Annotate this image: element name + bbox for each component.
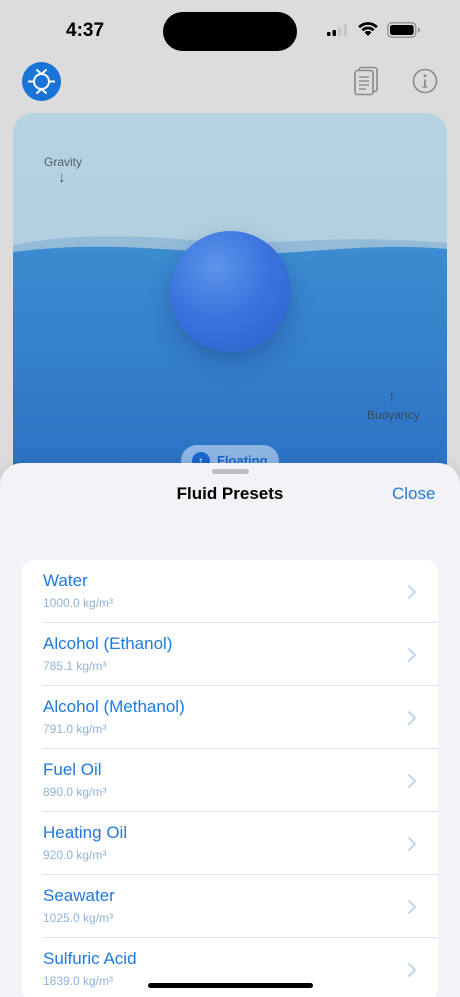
gravity-arrow-icon: ↓ [58,169,66,186]
preset-row[interactable]: Fuel Oil 890.0 kg/m³ [22,749,438,812]
chevron-right-icon [408,711,416,725]
sheet-title: Fluid Presets [176,484,284,503]
preset-list: Water 1000.0 kg/m³ Alcohol (Ethanol) 785.1 … [22,560,438,997]
battery-icon [387,22,420,38]
chevron-right-icon [408,585,416,599]
preset-name: Sulfuric Acid [43,949,137,968]
preset-name: Alcohol (Methanol) [43,697,185,716]
preset-row[interactable]: Water 1000.0 kg/m³ [22,560,438,623]
chevron-right-icon [408,648,416,662]
status-time: 4:37 [66,20,105,41]
wifi-icon [358,22,378,36]
preset-name: Water [43,571,88,590]
preset-row[interactable]: Sulfuric Acid 1839.0 kg/m³ [22,938,438,997]
info-icon[interactable] [412,68,438,94]
preset-row[interactable]: Alcohol (Methanol) 791.0 kg/m³ [22,686,438,749]
buoy-logo-icon[interactable] [22,62,61,101]
floating-object[interactable] [170,231,291,352]
preset-density: 1000.0 kg/m³ [43,596,114,610]
app-screen: 4:37 Gravity ↓ ↑ Buoyancy ↑ Floating Flu… [0,0,460,997]
home-indicator[interactable] [148,983,313,988]
buoyancy-label: Buoyancy [367,408,420,422]
close-button[interactable]: Close [392,484,435,504]
preset-name: Fuel Oil [43,760,102,779]
preset-name: Heating Oil [43,823,128,842]
cellular-signal-icon [327,24,347,36]
preset-density: 785.1 kg/m³ [43,659,107,673]
chevron-right-icon [408,837,416,851]
preset-density: 1839.0 kg/m³ [43,974,114,988]
preset-density: 1025.0 kg/m³ [43,911,114,925]
status-bar: 4:37 [0,0,460,60]
chevron-right-icon [408,963,416,977]
preset-row[interactable]: Seawater 1025.0 kg/m³ [22,875,438,938]
gravity-label: Gravity [44,155,83,169]
chevron-right-icon [408,774,416,788]
buoyancy-arrow-icon: ↑ [388,388,396,405]
preset-density: 920.0 kg/m³ [43,848,107,862]
dynamic-island [163,12,297,51]
notes-icon[interactable] [352,66,380,96]
fluid-presets-sheet: Fluid Presets Close Water 1000.0 kg/m³ Alc… [0,463,460,997]
sheet-grabber[interactable] [212,469,249,474]
preset-density: 890.0 kg/m³ [43,785,107,799]
preset-name: Alcohol (Ethanol) [43,634,173,653]
preset-row[interactable]: Alcohol (Ethanol) 785.1 kg/m³ [22,623,438,686]
preset-row[interactable]: Heating Oil 920.0 kg/m³ [22,812,438,875]
buoyancy-simulation: Gravity ↓ ↑ Buoyancy ↑ Floating [13,113,447,513]
preset-density: 791.0 kg/m³ [43,722,107,736]
chevron-right-icon [408,900,416,914]
preset-name: Seawater [43,886,115,905]
